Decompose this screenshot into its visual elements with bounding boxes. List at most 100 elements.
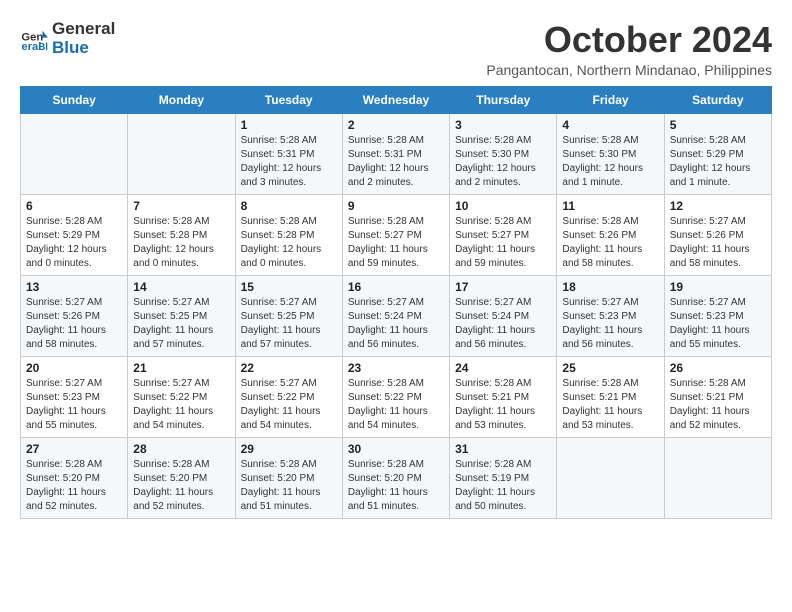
- weekday-header-wednesday: Wednesday: [342, 86, 449, 113]
- calendar-cell: 16Sunrise: 5:27 AM Sunset: 5:24 PM Dayli…: [342, 275, 449, 356]
- calendar-cell: 14 Sunrise: 5:27 AM Sunset: 5:25 PM Dayli…: [128, 275, 235, 356]
- day-number: 25: [562, 361, 658, 375]
- calendar-cell: 10 Sunrise: 5:28 AM Sunset: 5:27 PM Dayli…: [450, 194, 557, 275]
- day-detail: Sunrise: 5:27 AM Sunset: 5:25 PM Dayligh…: [241, 296, 337, 352]
- day-number: 5: [670, 118, 766, 132]
- weekday-header-saturday: Saturday: [664, 86, 771, 113]
- day-detail: Sunrise: 5:28 AM Sunset: 5:19 PM Dayligh…: [455, 458, 551, 514]
- day-number: 12: [670, 199, 766, 213]
- logo-line2: Blue: [52, 39, 115, 58]
- day-number: 22: [241, 361, 337, 375]
- day-detail: Sunrise: 5:28 AM Sunset: 5:20 PM Dayligh…: [133, 458, 229, 514]
- calendar-cell: 4 Sunrise: 5:28 AM Sunset: 5:30 PM Daylig…: [557, 113, 664, 194]
- calendar-cell: 11 Sunrise: 5:28 AM Sunset: 5:26 PM Dayli…: [557, 194, 664, 275]
- calendar-cell: 13 Sunrise: 5:27 AM Sunset: 5:26 PM Dayli…: [21, 275, 128, 356]
- day-detail: Sunrise: 5:28 AM Sunset: 5:22 PM Dayligh…: [348, 377, 444, 433]
- weekday-header-sunday: Sunday: [21, 86, 128, 113]
- calendar-table: SundayMondayTuesdayWednesdayThursdayFrid…: [20, 86, 772, 519]
- weekday-header-tuesday: Tuesday: [235, 86, 342, 113]
- calendar-cell: 31 Sunrise: 5:28 AM Sunset: 5:19 PM Dayli…: [450, 437, 557, 518]
- calendar-cell: 26 Sunrise: 5:28 AM Sunset: 5:21 PM Dayli…: [664, 356, 771, 437]
- logo: Gen eral Blue General Blue: [20, 20, 115, 57]
- day-detail: Sunrise: 5:28 AM Sunset: 5:29 PM Dayligh…: [670, 134, 766, 190]
- day-number: 21: [133, 361, 229, 375]
- day-detail: Sunrise: 5:27 AM Sunset: 5:26 PM Dayligh…: [670, 215, 766, 271]
- calendar-week-row: 20 Sunrise: 5:27 AM Sunset: 5:23 PM Dayli…: [21, 356, 772, 437]
- day-detail: Sunrise: 5:28 AM Sunset: 5:30 PM Dayligh…: [562, 134, 658, 190]
- svg-text:Blue: Blue: [38, 42, 48, 53]
- calendar-cell: 25 Sunrise: 5:28 AM Sunset: 5:21 PM Dayli…: [557, 356, 664, 437]
- calendar-cell: [128, 113, 235, 194]
- calendar-cell: 17Sunrise: 5:27 AM Sunset: 5:24 PM Dayli…: [450, 275, 557, 356]
- day-number: 2: [348, 118, 444, 132]
- calendar-cell: 15Sunrise: 5:27 AM Sunset: 5:25 PM Dayli…: [235, 275, 342, 356]
- day-number: 4: [562, 118, 658, 132]
- day-number: 19: [670, 280, 766, 294]
- day-detail: Sunrise: 5:27 AM Sunset: 5:22 PM Dayligh…: [133, 377, 229, 433]
- calendar-cell: 3 Sunrise: 5:28 AM Sunset: 5:30 PM Daylig…: [450, 113, 557, 194]
- calendar-cell: 12 Sunrise: 5:27 AM Sunset: 5:26 PM Dayli…: [664, 194, 771, 275]
- day-number: 24: [455, 361, 551, 375]
- day-detail: Sunrise: 5:28 AM Sunset: 5:20 PM Dayligh…: [241, 458, 337, 514]
- day-detail: Sunrise: 5:28 AM Sunset: 5:20 PM Dayligh…: [348, 458, 444, 514]
- calendar-cell: [664, 437, 771, 518]
- day-number: 10: [455, 199, 551, 213]
- calendar-cell: 22Sunrise: 5:27 AM Sunset: 5:22 PM Dayli…: [235, 356, 342, 437]
- day-number: 1: [241, 118, 337, 132]
- location-subtitle: Pangantocan, Northern Mindanao, Philippi…: [486, 62, 772, 78]
- calendar-week-row: 27 Sunrise: 5:28 AM Sunset: 5:20 PM Dayli…: [21, 437, 772, 518]
- calendar-cell: 19 Sunrise: 5:27 AM Sunset: 5:23 PM Dayli…: [664, 275, 771, 356]
- weekday-header-friday: Friday: [557, 86, 664, 113]
- day-number: 20: [26, 361, 122, 375]
- day-number: 8: [241, 199, 337, 213]
- day-detail: Sunrise: 5:28 AM Sunset: 5:21 PM Dayligh…: [670, 377, 766, 433]
- day-number: 31: [455, 442, 551, 456]
- day-number: 11: [562, 199, 658, 213]
- day-detail: Sunrise: 5:28 AM Sunset: 5:28 PM Dayligh…: [133, 215, 229, 271]
- logo-line1: General: [52, 20, 115, 39]
- day-detail: Sunrise: 5:28 AM Sunset: 5:26 PM Dayligh…: [562, 215, 658, 271]
- day-number: 3: [455, 118, 551, 132]
- day-detail: Sunrise: 5:28 AM Sunset: 5:30 PM Dayligh…: [455, 134, 551, 190]
- calendar-cell: 20 Sunrise: 5:27 AM Sunset: 5:23 PM Dayli…: [21, 356, 128, 437]
- day-detail: Sunrise: 5:27 AM Sunset: 5:23 PM Dayligh…: [26, 377, 122, 433]
- calendar-cell: [21, 113, 128, 194]
- calendar-cell: 2Sunrise: 5:28 AM Sunset: 5:31 PM Daylig…: [342, 113, 449, 194]
- calendar-cell: 5 Sunrise: 5:28 AM Sunset: 5:29 PM Daylig…: [664, 113, 771, 194]
- day-number: 6: [26, 199, 122, 213]
- day-number: 9: [348, 199, 444, 213]
- day-detail: Sunrise: 5:27 AM Sunset: 5:26 PM Dayligh…: [26, 296, 122, 352]
- calendar-cell: 24 Sunrise: 5:28 AM Sunset: 5:21 PM Dayli…: [450, 356, 557, 437]
- calendar-week-row: 1Sunrise: 5:28 AM Sunset: 5:31 PM Daylig…: [21, 113, 772, 194]
- calendar-cell: 18Sunrise: 5:27 AM Sunset: 5:23 PM Dayli…: [557, 275, 664, 356]
- day-detail: Sunrise: 5:28 AM Sunset: 5:29 PM Dayligh…: [26, 215, 122, 271]
- day-detail: Sunrise: 5:28 AM Sunset: 5:21 PM Dayligh…: [455, 377, 551, 433]
- day-number: 14: [133, 280, 229, 294]
- day-number: 27: [26, 442, 122, 456]
- calendar-cell: 29 Sunrise: 5:28 AM Sunset: 5:20 PM Dayli…: [235, 437, 342, 518]
- day-number: 13: [26, 280, 122, 294]
- calendar-cell: 9Sunrise: 5:28 AM Sunset: 5:27 PM Daylig…: [342, 194, 449, 275]
- day-detail: Sunrise: 5:27 AM Sunset: 5:23 PM Dayligh…: [670, 296, 766, 352]
- day-number: 26: [670, 361, 766, 375]
- day-detail: Sunrise: 5:27 AM Sunset: 5:25 PM Dayligh…: [133, 296, 229, 352]
- calendar-cell: 8 Sunrise: 5:28 AM Sunset: 5:28 PM Daylig…: [235, 194, 342, 275]
- day-number: 30: [348, 442, 444, 456]
- day-detail: Sunrise: 5:28 AM Sunset: 5:20 PM Dayligh…: [26, 458, 122, 514]
- page-header: Gen eral Blue General Blue October 2024 …: [20, 20, 772, 78]
- weekday-header-row: SundayMondayTuesdayWednesdayThursdayFrid…: [21, 86, 772, 113]
- calendar-cell: 21 Sunrise: 5:27 AM Sunset: 5:22 PM Dayli…: [128, 356, 235, 437]
- day-detail: Sunrise: 5:28 AM Sunset: 5:27 PM Dayligh…: [455, 215, 551, 271]
- day-number: 7: [133, 199, 229, 213]
- calendar-week-row: 6 Sunrise: 5:28 AM Sunset: 5:29 PM Daylig…: [21, 194, 772, 275]
- day-detail: Sunrise: 5:28 AM Sunset: 5:21 PM Dayligh…: [562, 377, 658, 433]
- day-number: 29: [241, 442, 337, 456]
- calendar-cell: 7 Sunrise: 5:28 AM Sunset: 5:28 PM Daylig…: [128, 194, 235, 275]
- calendar-cell: 6 Sunrise: 5:28 AM Sunset: 5:29 PM Daylig…: [21, 194, 128, 275]
- day-detail: Sunrise: 5:28 AM Sunset: 5:28 PM Dayligh…: [241, 215, 337, 271]
- weekday-header-monday: Monday: [128, 86, 235, 113]
- day-number: 16: [348, 280, 444, 294]
- calendar-cell: [557, 437, 664, 518]
- calendar-cell: 28Sunrise: 5:28 AM Sunset: 5:20 PM Dayli…: [128, 437, 235, 518]
- logo-icon: Gen eral Blue: [20, 25, 48, 53]
